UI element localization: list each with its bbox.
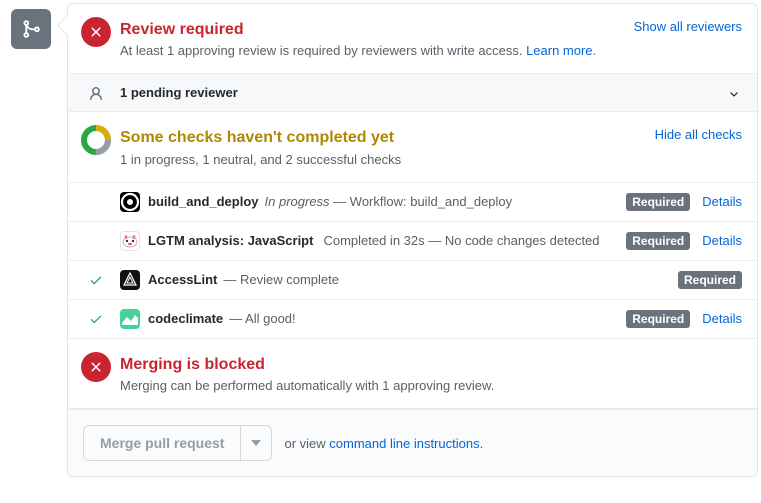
caret-down-icon: [251, 438, 261, 448]
show-all-reviewers-link[interactable]: Show all reviewers: [634, 19, 742, 34]
git-merge-icon: [21, 19, 41, 39]
check-description: — Review complete: [223, 272, 670, 287]
checks-header-section: Hide all checks Some checks haven't comp…: [68, 112, 757, 182]
x-icon: [88, 24, 104, 40]
checks-header-title: Some checks haven't completed yet: [120, 127, 742, 149]
merge-panel: Show all reviewers Review required At le…: [67, 3, 758, 477]
review-required-section: Show all reviewers Review required At le…: [68, 4, 757, 74]
check-avatar: [120, 270, 140, 290]
check-name: build_and_deploy: [148, 194, 259, 209]
merge-button-group: Merge pull request: [83, 425, 272, 461]
required-badge: Required: [626, 232, 690, 250]
status-success-icon: [89, 312, 103, 326]
status-error-icon: [81, 352, 111, 382]
checks-header-subtext: 1 in progress, 1 neutral, and 2 successf…: [120, 152, 742, 167]
check-avatar: [120, 309, 140, 329]
pending-reviewer-text: 1 pending reviewer: [120, 85, 238, 100]
person-icon: [88, 86, 104, 105]
or-view-text: or view: [284, 436, 325, 451]
timeline-merge-badge: [11, 9, 51, 49]
check-name: AccessLint: [148, 272, 217, 287]
chevron-down-icon: [726, 86, 742, 105]
status-success-icon: [89, 273, 103, 287]
check-row: AccessLint — Review complete Required: [68, 261, 757, 300]
required-badge: Required: [626, 310, 690, 328]
merge-footer: Merge pull request or view command line …: [68, 409, 757, 476]
check-details-link[interactable]: Details: [702, 194, 742, 209]
merging-blocked-subtext: Merging can be performed automatically w…: [120, 378, 742, 393]
status-donut-icon: [81, 125, 111, 155]
pending-reviewer-bar[interactable]: 1 pending reviewer: [68, 74, 757, 112]
review-required-subtext: At least 1 approving review is required …: [120, 43, 742, 58]
merging-blocked-title: Merging is blocked: [120, 354, 742, 376]
check-avatar: [120, 231, 140, 251]
status-error-icon: [81, 17, 111, 47]
check-avatar: [120, 192, 140, 212]
x-icon: [88, 359, 104, 375]
required-badge: Required: [678, 271, 742, 289]
required-badge: Required: [626, 193, 690, 211]
merging-blocked-section: Merging is blocked Merging can be perfor…: [68, 339, 757, 409]
check-row: build_and_deploy In progress — Workflow:…: [68, 183, 757, 222]
check-name: LGTM analysis: JavaScript: [148, 233, 313, 248]
check-description: — All good!: [229, 311, 618, 326]
check-row: codeclimate — All good! Required Details: [68, 300, 757, 339]
check-row: LGTM analysis: JavaScript Completed in 3…: [68, 222, 757, 261]
hide-all-checks-link[interactable]: Hide all checks: [655, 127, 742, 142]
merge-dropdown-button[interactable]: [241, 425, 272, 461]
check-description: In progress — Workflow: build_and_deploy: [265, 194, 619, 209]
merge-pull-request-button[interactable]: Merge pull request: [83, 425, 241, 461]
command-line-instructions-link[interactable]: command line instructions: [329, 436, 479, 451]
check-description: Completed in 32s — No code changes detec…: [323, 233, 618, 248]
check-details-link[interactable]: Details: [702, 233, 742, 248]
learn-more-link[interactable]: Learn more: [526, 43, 592, 58]
check-name: codeclimate: [148, 311, 223, 326]
check-details-link[interactable]: Details: [702, 311, 742, 326]
